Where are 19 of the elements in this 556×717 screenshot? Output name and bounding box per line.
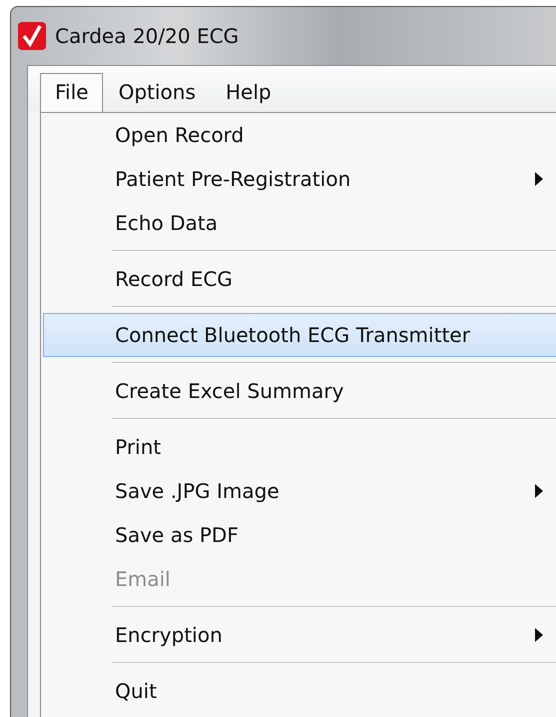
submenu-arrow-icon [535, 172, 543, 186]
menu-item[interactable]: Connect Bluetooth ECG Transmitter [43, 313, 556, 357]
menu-item[interactable]: Record ECG [43, 257, 556, 301]
menu-item[interactable]: Print [43, 425, 556, 469]
menu-item[interactable]: Save .JPG Image [43, 469, 556, 513]
menu-item[interactable]: Echo Data [43, 201, 556, 245]
menu-item[interactable]: Save as PDF [43, 513, 556, 557]
menu-item[interactable]: Create Excel Summary [43, 369, 556, 413]
submenu-arrow-icon [535, 628, 543, 642]
menu-item[interactable]: Open Record [43, 113, 556, 157]
checkmark-logo-icon [17, 21, 47, 51]
menu-item[interactable]: Quit [43, 669, 556, 713]
window-title: Cardea 20/20 ECG [55, 24, 239, 48]
menu-bar-item[interactable]: Help [210, 73, 286, 112]
menu-bar-item[interactable]: Options [103, 73, 211, 112]
menu-bar-item[interactable]: File [40, 73, 104, 112]
menu-item[interactable]: Encryption [43, 613, 556, 657]
submenu-arrow-icon [535, 484, 543, 498]
menu-item[interactable]: Patient Pre-Registration [43, 157, 556, 201]
